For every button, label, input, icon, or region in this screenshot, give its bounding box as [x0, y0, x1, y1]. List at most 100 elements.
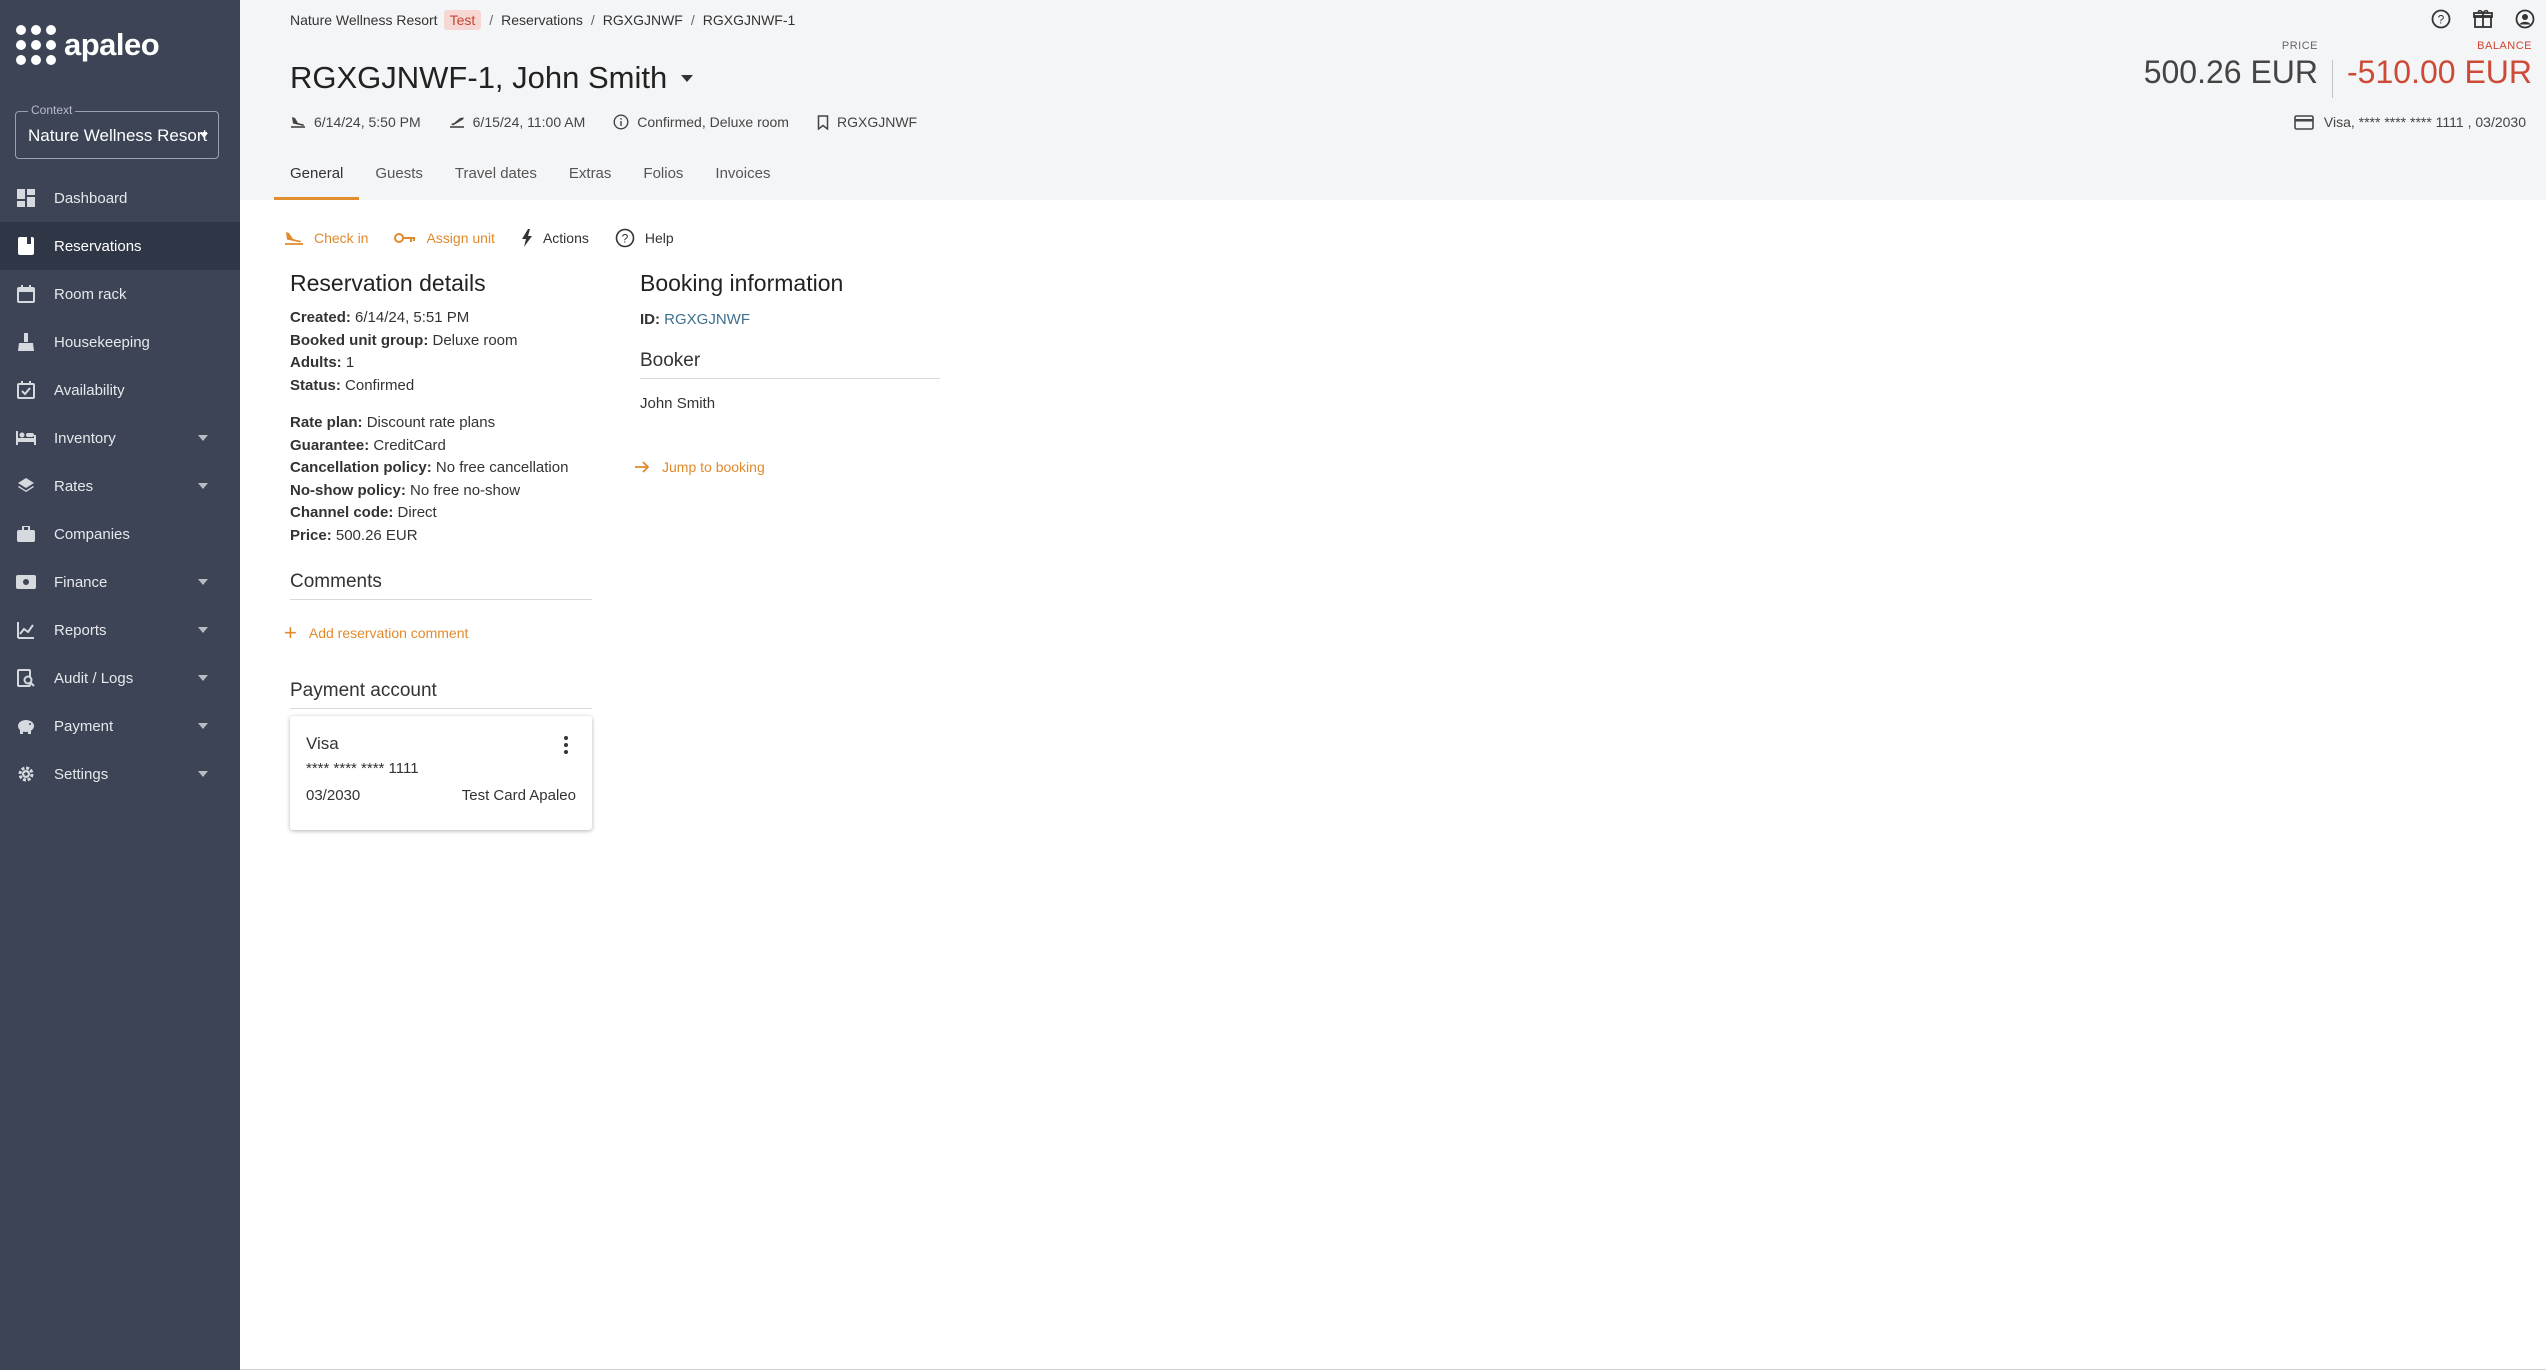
breadcrumb-separator: /	[590, 12, 595, 28]
sidebar-item-payment[interactable]: Payment	[0, 702, 240, 750]
chevron-down-icon	[198, 771, 208, 777]
sidebar-item-label: Dashboard	[54, 189, 128, 207]
dashboard-icon	[16, 188, 36, 208]
detail-cancellation-policy: Cancellation policy: No free cancellatio…	[290, 459, 569, 476]
booking-id-link[interactable]: RGXGJNWF	[664, 311, 750, 328]
top-icons: ?	[2430, 8, 2536, 30]
piggy-bank-icon	[16, 716, 36, 736]
tab-extras[interactable]: Extras	[553, 152, 628, 200]
reservation-details-title: Reservation details	[290, 270, 486, 296]
card-bottom-row: 03/2030 Test Card Apaleo	[306, 787, 576, 804]
sidebar-item-label: Room rack	[54, 285, 127, 303]
sidebar-item-finance[interactable]: Finance	[0, 558, 240, 606]
tab-guests[interactable]: Guests	[359, 152, 439, 200]
chevron-down-icon	[198, 579, 208, 585]
flight-takeoff-icon	[449, 117, 464, 128]
chevron-down-icon	[198, 723, 208, 729]
sidebar-item-dashboard[interactable]: Dashboard	[0, 174, 240, 222]
account-icon[interactable]	[2514, 8, 2536, 30]
sidebar-item-audit-logs[interactable]: Audit / Logs	[0, 654, 240, 702]
breadcrumb-reservations[interactable]: Reservations	[501, 12, 583, 28]
breadcrumb-booking[interactable]: RGXGJNWF	[603, 12, 683, 28]
help-button[interactable]: ? Help	[615, 228, 674, 248]
title-row: RGXGJNWF-1, John Smith	[290, 60, 694, 96]
context-select[interactable]: Context Nature Wellness Resort	[15, 103, 219, 159]
bookmark-icon	[817, 114, 829, 130]
logo-dots-icon	[16, 25, 56, 65]
gift-icon[interactable]	[2472, 8, 2494, 30]
sidebar-item-settings[interactable]: Settings	[0, 750, 240, 798]
assign-unit-button[interactable]: Assign unit	[394, 230, 495, 246]
svg-text:?: ?	[622, 232, 629, 246]
add-comment-label: Add reservation comment	[308, 625, 469, 641]
booking-id: ID: RGXGJNWF	[640, 311, 750, 328]
departure-date: 6/15/24, 11:00 AM	[449, 114, 585, 130]
sidebar-item-label: Payment	[54, 717, 114, 735]
booker-title: Booker	[640, 350, 940, 379]
payment-account-title: Payment account	[290, 680, 592, 709]
arrival-date: 6/14/24, 5:50 PM	[290, 114, 421, 130]
detail-rate-plan: Rate plan: Discount rate plans	[290, 414, 496, 431]
divider	[2332, 60, 2334, 98]
reservations-icon	[16, 236, 36, 256]
chevron-down-icon	[198, 435, 208, 441]
booking-ref-text[interactable]: RGXGJNWF	[837, 114, 917, 130]
sidebar-item-companies[interactable]: Companies	[0, 510, 240, 558]
check-in-button[interactable]: Check in	[284, 230, 368, 246]
sidebar-item-reservations[interactable]: Reservations	[0, 222, 240, 270]
logo-text: apaleo	[64, 27, 160, 62]
card-brand: Visa	[306, 734, 339, 753]
sidebar-item-room-rack[interactable]: Room rack	[0, 270, 240, 318]
sidebar-item-reports[interactable]: Reports	[0, 606, 240, 654]
detail-unit-group: Booked unit group: Deluxe room	[290, 331, 518, 349]
detail-guarantee: Guarantee: CreditCard	[290, 436, 446, 454]
payment-account-card: Visa **** **** **** 1111 03/2030 Test Ca…	[290, 716, 592, 830]
add-comment-button[interactable]: + Add reservation comment	[284, 622, 592, 644]
tab-general[interactable]: General	[274, 152, 360, 200]
bed-icon	[16, 428, 36, 448]
reservation-details: Reservation details Created: 6/14/24, 5:…	[284, 270, 592, 709]
context-value: Nature Wellness Resort	[28, 126, 208, 145]
layers-icon	[16, 476, 36, 496]
apaleo-logo[interactable]: apaleo	[16, 24, 160, 66]
info-icon	[613, 114, 629, 130]
breadcrumb-property[interactable]: Nature Wellness Resort	[290, 12, 438, 28]
calendar-check-icon	[16, 380, 36, 400]
check-in-label: Check in	[314, 230, 369, 246]
tab-folios[interactable]: Folios	[627, 152, 699, 200]
help-circle-icon: ?	[615, 228, 635, 248]
sidebar-item-inventory[interactable]: Inventory	[0, 414, 240, 462]
credit-card-icon	[2294, 114, 2314, 130]
chart-icon	[16, 620, 36, 640]
breadcrumb-reservation: RGXGJNWF-1	[702, 12, 796, 28]
sidebar-item-label: Reservations	[54, 237, 142, 255]
chevron-down-icon	[198, 675, 208, 681]
sidebar-item-housekeeping[interactable]: Housekeeping	[0, 318, 240, 366]
svg-text:?: ?	[2438, 13, 2445, 27]
page-title: RGXGJNWF-1, John Smith	[290, 60, 668, 95]
detail-price: Price: 500.26 EUR	[290, 526, 418, 544]
flight-land-icon	[285, 232, 303, 245]
help-icon[interactable]: ?	[2430, 8, 2452, 30]
sidebar-item-rates[interactable]: Rates	[0, 462, 240, 510]
lightning-icon	[521, 229, 532, 247]
booking-information-title: Booking information	[640, 270, 844, 296]
jump-label: Jump to booking	[662, 459, 765, 475]
booking-information: Booking information ID: RGXGJNWF Booker …	[635, 270, 940, 475]
calendar-icon	[16, 284, 36, 304]
briefcase-icon	[16, 524, 36, 544]
balance-column: BALANCE -510.00 EUR	[2347, 40, 2532, 91]
assign-unit-label: Assign unit	[426, 230, 495, 246]
booking-ref: RGXGJNWF	[817, 114, 917, 130]
tab-invoices[interactable]: Invoices	[699, 152, 786, 200]
sidebar-item-availability[interactable]: Availability	[0, 366, 240, 414]
sidebar-item-label: Inventory	[54, 429, 116, 447]
jump-to-booking-button[interactable]: Jump to booking	[634, 459, 940, 475]
chevron-down-icon	[200, 133, 208, 138]
actions-button[interactable]: Actions	[521, 229, 589, 247]
tab-travel-dates[interactable]: Travel dates	[439, 152, 553, 200]
card-expiry: 03/2030	[306, 787, 361, 804]
arrival-text: 6/14/24, 5:50 PM	[314, 114, 421, 130]
more-vert-icon[interactable]	[564, 736, 570, 754]
title-dropdown-icon[interactable]	[681, 74, 694, 82]
